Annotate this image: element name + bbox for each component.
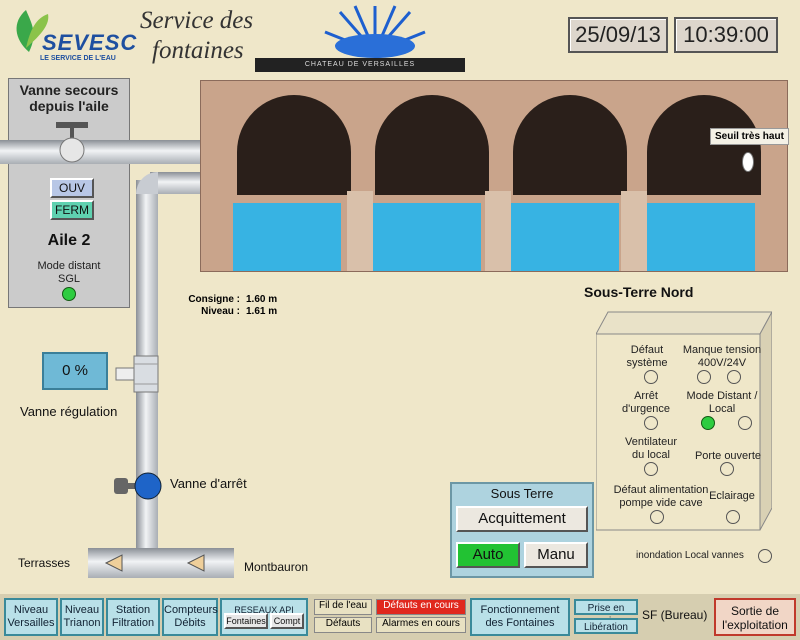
stop-valve-icon[interactable]: [112, 466, 168, 506]
pillar: [621, 191, 647, 271]
power-fault-label: Manque tension 400V/24V: [682, 344, 762, 369]
manual-button[interactable]: Manu: [524, 542, 588, 568]
nav-fil-eau[interactable]: Fil de l'eau: [314, 599, 372, 615]
arch: [513, 95, 627, 195]
nav-defauts[interactable]: Défauts: [314, 617, 372, 633]
sf-bureau-label: SF (Bureau): [642, 608, 708, 622]
logo-name: SEVESC: [42, 30, 138, 55]
remote-mode-label: Mode distant SGL: [37, 260, 101, 285]
power-fault-indicator-24v: [727, 370, 741, 384]
pillar: [347, 191, 373, 271]
regulation-label: Vanne régulation: [20, 404, 118, 419]
stop-valve-label: Vanne d'arrêt: [170, 476, 247, 491]
system-fault-label: Défaut système: [626, 344, 668, 369]
nav-niveau-versailles[interactable]: Niveau Versailles: [4, 598, 58, 636]
ventilation-label: Ventilateur du local: [625, 436, 677, 461]
water-basin: [233, 203, 341, 271]
acknowledge-button[interactable]: Acquittement: [456, 506, 588, 532]
flood-label: inondation Local vannes: [636, 550, 744, 561]
door-open-label: Porte ouverte: [694, 450, 762, 462]
regulation-value: 0 %: [42, 352, 108, 390]
flow-arrow-icon: [186, 554, 205, 572]
montbauron-label: Montbauron: [244, 560, 309, 574]
emergency-stop-indicator: [644, 416, 658, 430]
auto-button[interactable]: Auto: [456, 542, 520, 568]
mode-label: Mode Distant / Local: [686, 390, 758, 415]
wing-label: Aile 2: [47, 232, 91, 249]
area-title: Sous-Terre Nord: [584, 284, 694, 300]
arch: [237, 95, 351, 195]
date-display: 25/09/13: [568, 17, 668, 53]
nav-fontaines[interactable]: Fontaines: [224, 613, 268, 629]
nav-compt[interactable]: Compt: [270, 613, 304, 629]
arch: [375, 95, 489, 195]
close-button[interactable]: FERM: [50, 200, 94, 220]
water-basin: [373, 203, 481, 271]
mode-distant-indicator: [701, 416, 715, 430]
readings-values: 1.60 m 1.61 m: [246, 294, 278, 317]
threshold-indicator: [742, 152, 754, 172]
nav-alarmes-en-cours[interactable]: Alarmes en cours: [376, 617, 466, 633]
terrasses-label: Terrasses: [18, 556, 71, 570]
tank-scene: [200, 80, 788, 272]
lighting-label: Eclairage: [709, 490, 755, 502]
backup-valve-title: Vanne secours depuis l'aile: [19, 82, 119, 114]
ventilation-indicator: [644, 462, 658, 476]
regulation-valve-icon[interactable]: [114, 352, 164, 396]
open-button[interactable]: OUV: [50, 178, 94, 198]
nav-station-filtration[interactable]: Station Filtration: [106, 598, 160, 636]
fountain-icon: [324, 5, 426, 58]
readings-labels: Consigne : Niveau :: [188, 294, 240, 317]
system-fault-indicator: [644, 370, 658, 384]
banner: CHATEAU DE VERSAILLES: [255, 58, 465, 72]
water-basin: [511, 203, 619, 271]
time-display: 10:39:00: [674, 17, 778, 53]
logo-subtitle: LE SERVICE DE L'EAU: [40, 55, 116, 62]
control-title: Sous Terre: [490, 486, 554, 501]
pipe-elbow: [136, 172, 158, 194]
water-basin: [647, 203, 755, 271]
door-open-indicator: [720, 462, 734, 476]
threshold-label: Seuil très haut: [710, 128, 789, 145]
nav-liberation[interactable]: Libération: [574, 618, 638, 634]
sevesc-logo: SEVESC LE SERVICE DE L'EAU: [0, 0, 138, 70]
exit-button[interactable]: Sortie de l'exploitation: [714, 598, 796, 636]
nav-niveau-trianon[interactable]: Niveau Trianon: [60, 598, 104, 636]
pillar: [485, 191, 511, 271]
arch: [647, 95, 761, 195]
emergency-stop-label: Arrêt d'urgence: [622, 390, 670, 415]
page-title: Service des fontaines: [140, 7, 254, 64]
nav-defauts-en-cours[interactable]: Défauts en cours: [376, 599, 466, 615]
pump-fault-indicator: [650, 510, 664, 524]
flow-arrow-icon: [104, 554, 123, 572]
pump-fault-label: Défaut alimentation pompe vide cave: [613, 484, 709, 509]
nav-prise-en-main[interactable]: Prise en main: [574, 599, 638, 627]
flood-indicator: [758, 549, 772, 563]
lighting-indicator: [726, 510, 740, 524]
mode-local-indicator: [738, 416, 752, 430]
manual-valve-icon[interactable]: [52, 112, 92, 168]
nav-fonctionnement[interactable]: Fonctionnement des Fontaines: [470, 598, 570, 636]
nav-compteurs-debits[interactable]: Compteurs Débits: [162, 598, 218, 636]
power-fault-indicator: [697, 370, 711, 384]
remote-mode-indicator: [62, 287, 76, 301]
